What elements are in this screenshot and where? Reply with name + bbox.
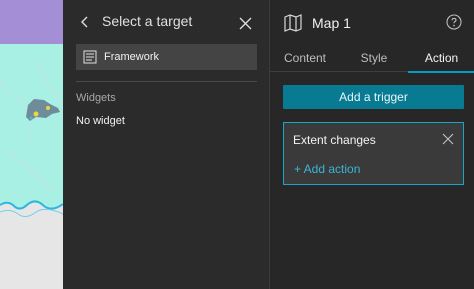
map-icon (284, 14, 302, 32)
close-icon[interactable] (441, 132, 455, 146)
map-canvas[interactable] (0, 0, 63, 289)
help-icon[interactable] (446, 14, 462, 30)
trigger-card: Extent changes + Add action (283, 122, 464, 185)
framework-label: Framework (104, 51, 160, 63)
tab-style[interactable]: Style (340, 44, 408, 72)
trigger-title: Extent changes (293, 133, 376, 147)
tab-content[interactable]: Content (270, 44, 340, 72)
widget-title: Map 1 (312, 15, 351, 31)
select-target-header: Select a target (63, 0, 269, 44)
select-target-title: Select a target (102, 13, 193, 29)
select-target-panel: Select a target Framework Widgets No wid… (63, 0, 269, 289)
widgets-heading: Widgets (76, 92, 116, 104)
no-widget-text: No widget (76, 115, 125, 127)
chevron-left-icon (81, 16, 88, 28)
add-trigger-button[interactable]: Add a trigger (283, 85, 464, 109)
settings-tabs: Content Style Action (270, 44, 474, 73)
close-icon (239, 17, 251, 29)
map-view[interactable] (0, 0, 63, 289)
settings-panel: Map 1 Content Style Action Add a trigger… (269, 0, 474, 289)
add-action-link[interactable]: + Add action (294, 162, 360, 176)
page-icon (82, 49, 98, 65)
framework-target-item[interactable]: Framework (76, 44, 257, 70)
close-button[interactable] (235, 13, 255, 33)
divider (76, 81, 257, 82)
tab-action[interactable]: Action (408, 44, 474, 73)
settings-header: Map 1 (270, 0, 474, 44)
back-button[interactable] (75, 12, 95, 32)
